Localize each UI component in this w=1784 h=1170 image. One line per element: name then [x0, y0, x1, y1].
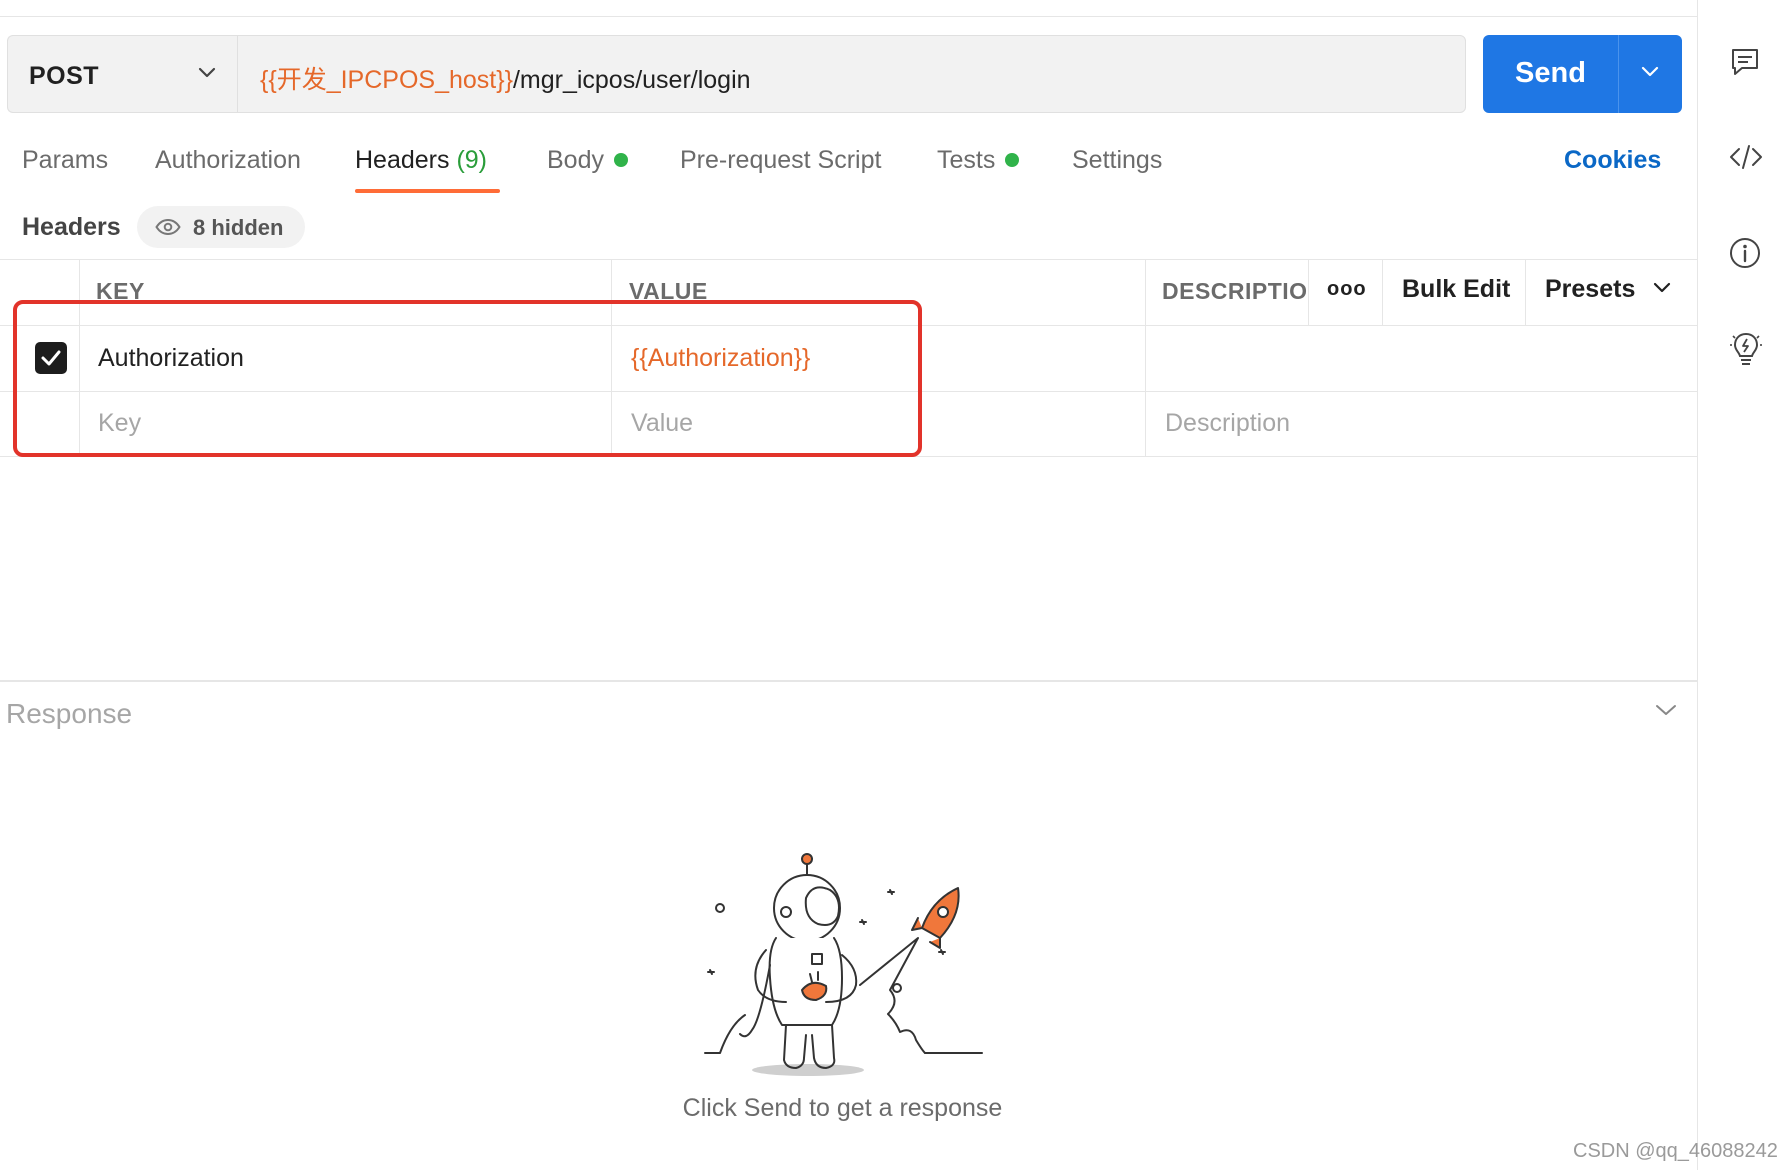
tab-body-label: Body: [547, 146, 604, 174]
column-header-description: DESCRIPTIO: [1162, 278, 1308, 304]
lightbulb-icon[interactable]: [1728, 330, 1764, 368]
info-icon[interactable]: [1728, 236, 1762, 270]
url-variable: {{开发_IPCPOS_host}}: [260, 66, 513, 94]
header-value-cell[interactable]: {{Authorization}}: [631, 344, 810, 373]
chevron-down-icon: [198, 67, 216, 78]
tab-headers[interactable]: Headers (9): [355, 146, 487, 175]
method-select[interactable]: POST: [7, 35, 237, 113]
column-header-value: VALUE: [629, 278, 708, 304]
tab-tests-label: Tests: [937, 146, 996, 174]
more-options-button[interactable]: ooo: [1327, 278, 1367, 301]
table-top-border: [0, 259, 1697, 260]
header-key-cell[interactable]: Authorization: [98, 344, 244, 373]
headers-section-title: Headers: [22, 213, 121, 241]
status-dot: [613, 153, 628, 167]
tab-settings[interactable]: Settings: [1072, 146, 1162, 175]
bulk-edit-button[interactable]: Bulk Edit: [1402, 275, 1510, 304]
eye-icon: [155, 219, 181, 235]
tab-headers-label: Headers: [355, 146, 450, 174]
highlight-annotation-box: [13, 300, 922, 457]
chevron-down-icon: [1654, 282, 1671, 293]
presets-label: Presets: [1545, 275, 1636, 303]
response-divider: [0, 680, 1697, 682]
code-icon[interactable]: [1728, 142, 1764, 172]
checkmark-icon: [41, 350, 61, 366]
status-dot: [1005, 153, 1020, 167]
send-button[interactable]: Send: [1483, 35, 1682, 113]
tab-pre-request-script[interactable]: Pre-request Script: [680, 146, 881, 175]
hidden-count: 8 hidden: [193, 215, 284, 240]
response-title: Response: [6, 698, 133, 729]
new-description-input[interactable]: Description: [1165, 409, 1290, 438]
column-divider: [1145, 259, 1146, 456]
astronaut-rocket-illustration: [704, 853, 983, 1076]
column-header-key: KEY: [96, 278, 145, 304]
column-divider: [611, 259, 612, 456]
row-divider: [0, 325, 1697, 326]
url-text: {{开发_IPCPOS_host}}/mgr_icpos/user/login: [260, 60, 751, 96]
tab-tests[interactable]: Tests: [937, 146, 1020, 175]
tab-authorization[interactable]: Authorization: [155, 146, 301, 175]
column-divider: [79, 259, 80, 456]
request-pane: POST {{开发_IPCPOS_host}}/mgr_icpos/user/l…: [0, 0, 1698, 1170]
new-value-input[interactable]: Value: [631, 409, 693, 438]
tab-body[interactable]: Body: [547, 146, 628, 175]
method-label: POST: [29, 62, 100, 90]
presets-dropdown[interactable]: Presets: [1545, 275, 1672, 304]
chevron-down-icon[interactable]: [1654, 702, 1678, 718]
top-divider: [0, 16, 1697, 17]
tab-params[interactable]: Params: [22, 146, 108, 175]
chevron-down-icon: [1641, 66, 1659, 77]
response-empty-message: Click Send to get a response: [682, 1094, 1003, 1122]
comment-icon[interactable]: [1728, 46, 1762, 78]
url-path: /mgr_icpos/user/login: [512, 66, 751, 94]
table-bottom-border: [0, 456, 1697, 457]
column-divider: [1525, 259, 1526, 325]
new-key-input[interactable]: Key: [98, 409, 141, 438]
url-input[interactable]: {{开发_IPCPOS_host}}/mgr_icpos/user/login: [237, 35, 1466, 113]
send-options-button[interactable]: [1619, 35, 1682, 113]
watermark: CSDN @qq_46088242: [1573, 1140, 1778, 1162]
column-divider: [1382, 259, 1383, 325]
row-enabled-checkbox[interactable]: [35, 342, 67, 374]
hidden-headers-toggle[interactable]: 8 hidden: [137, 206, 305, 248]
row-divider: [0, 391, 1697, 392]
column-divider: [1308, 259, 1309, 325]
tab-headers-count: (9): [456, 146, 488, 174]
active-tab-indicator: [355, 189, 500, 193]
cookies-link[interactable]: Cookies: [1564, 146, 1661, 175]
send-label: Send: [1515, 57, 1586, 89]
